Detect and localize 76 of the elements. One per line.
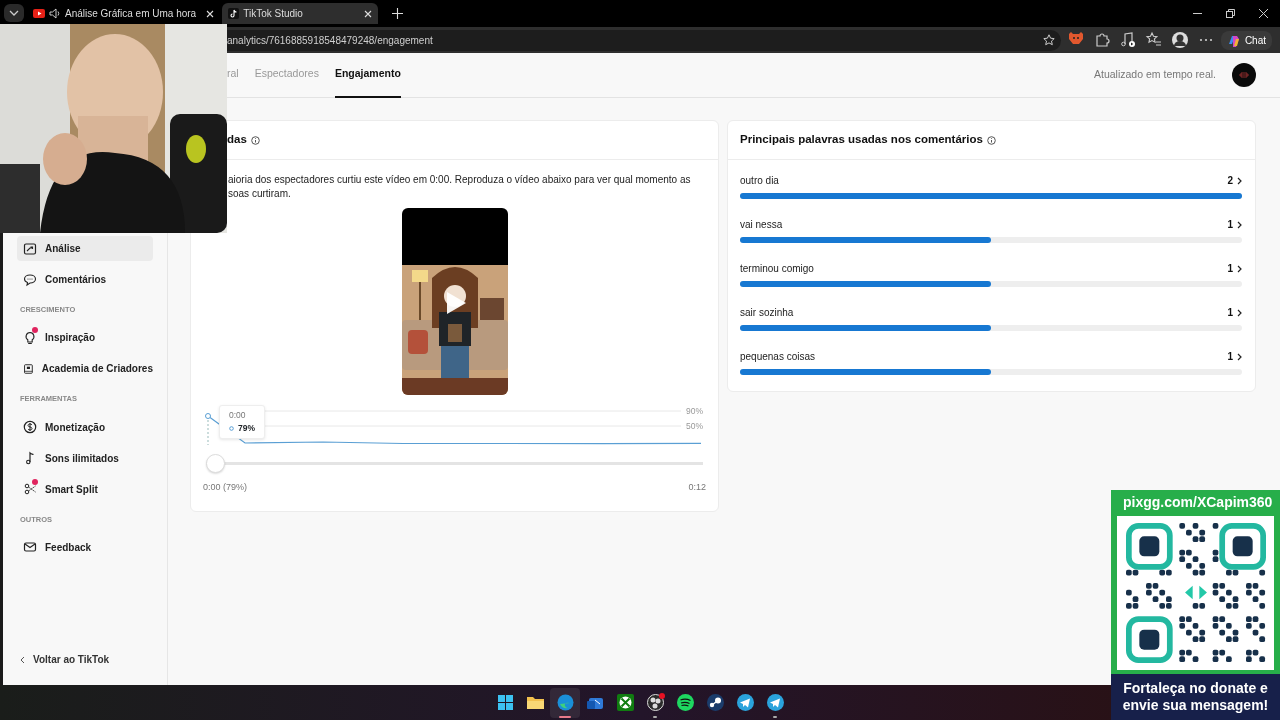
sidebar-item[interactable]: Inspiração — [17, 325, 153, 351]
time-label: 0:00 (79%) — [203, 481, 248, 494]
sidebar-item[interactable]: Comentários — [17, 267, 153, 292]
video-icon — [33, 9, 45, 18]
browser-tab[interactable]: TikTok Studio — [222, 3, 379, 24]
comment-word: pequenas coisas — [740, 350, 816, 364]
tab[interactable]: Engajamento — [334, 52, 401, 98]
star-icon[interactable] — [1042, 34, 1055, 46]
comment-word: outro dia — [740, 174, 779, 188]
telegram-icon — [734, 692, 756, 713]
scissors-icon — [23, 482, 37, 496]
word-count[interactable]: 2 — [1227, 173, 1242, 188]
xbox-icon — [614, 692, 636, 713]
sidebar-item[interactable]: Sons ilimitados — [17, 445, 153, 471]
browser-icon — [554, 692, 576, 713]
description: aioria dos espectadores curtiu este vídeo em 0:00. Reproduza o vídeo abaixo para ver qual momento as soas curtiram. — [227, 173, 691, 201]
telegram-icon — [764, 692, 786, 713]
envelope-icon — [23, 540, 37, 555]
card-title: das — [227, 132, 247, 148]
lightbulb-icon — [23, 330, 37, 345]
axis-label: 50% — [686, 421, 703, 431]
sidebar-item[interactable]: Feedback — [17, 534, 153, 560]
chevron-right-icon — [1237, 308, 1242, 317]
chevron-left-icon — [20, 655, 25, 664]
copilot-icon — [1226, 33, 1241, 47]
chart-icon — [23, 241, 37, 256]
browser-tab[interactable]: Análise Gráfica em Uma hora — [27, 3, 221, 24]
info-icon[interactable] — [986, 135, 996, 145]
play-icon[interactable] — [444, 291, 467, 315]
tab-list-button[interactable] — [4, 4, 24, 22]
word-count[interactable]: 1 — [1227, 261, 1242, 276]
chevron-right-icon — [1237, 176, 1242, 185]
update-status: Atualizado em tempo real. — [1094, 67, 1216, 83]
axis-label: 90% — [686, 408, 703, 416]
data-point — [205, 413, 211, 419]
comment-word: sair sozinha — [740, 306, 794, 320]
donation-message: Fortaleça no donate e envie sua mensagem! — [1111, 674, 1280, 720]
word-count[interactable]: 1 — [1227, 305, 1242, 320]
comment-word: terminou comigo — [740, 262, 814, 276]
marker-icon — [229, 425, 234, 431]
dollar-icon — [23, 420, 37, 434]
taskbar-button[interactable] — [550, 687, 580, 718]
close-icon[interactable] — [1259, 9, 1268, 18]
info-icon[interactable] — [250, 135, 260, 145]
close-icon[interactable] — [206, 9, 215, 18]
chevron-right-icon — [1237, 220, 1242, 229]
close-icon[interactable] — [364, 9, 373, 18]
slider-thumb[interactable] — [206, 454, 225, 473]
sidebar-item[interactable]: Smart Split — [17, 476, 153, 502]
steam-icon — [704, 692, 726, 713]
word-count[interactable]: 1 — [1227, 349, 1242, 364]
restore-icon[interactable] — [1226, 9, 1235, 18]
record-icon — [644, 692, 666, 713]
back-link[interactable]: Voltar ao TikTok — [20, 652, 167, 667]
comment-word: vai nessa — [740, 218, 783, 232]
speech-bubble-icon — [23, 272, 37, 287]
book-icon — [23, 361, 34, 376]
avatar[interactable] — [1232, 63, 1256, 87]
address-field[interactable]: analytics/7616885918548479248/engagement — [225, 29, 1061, 51]
word-count[interactable]: 1 — [1227, 217, 1242, 232]
tooltip: 0:00 79% — [219, 405, 265, 439]
plus-icon[interactable] — [392, 8, 404, 19]
time-label: 0:12 — [688, 481, 706, 494]
chevron-down-icon — [9, 10, 19, 16]
donation-url: pixgg.com/XCapim360 — [1122, 493, 1274, 512]
chat-button[interactable]: Chat — [1220, 30, 1272, 50]
profile-avatar[interactable] — [1169, 30, 1190, 50]
sidebar-item[interactable]: Academia de Criadores — [17, 356, 153, 382]
chevron-right-icon — [1237, 352, 1242, 361]
chevron-right-icon — [1237, 264, 1242, 273]
sidebar-item[interactable]: Monetização — [17, 414, 153, 440]
speaker-icon[interactable] — [49, 8, 61, 19]
spotify-icon — [674, 692, 696, 713]
note-icon — [228, 8, 240, 19]
card-title: Principais palavras usadas nos comentários — [740, 132, 983, 148]
sidebar-item[interactable]: Análise — [17, 236, 153, 261]
